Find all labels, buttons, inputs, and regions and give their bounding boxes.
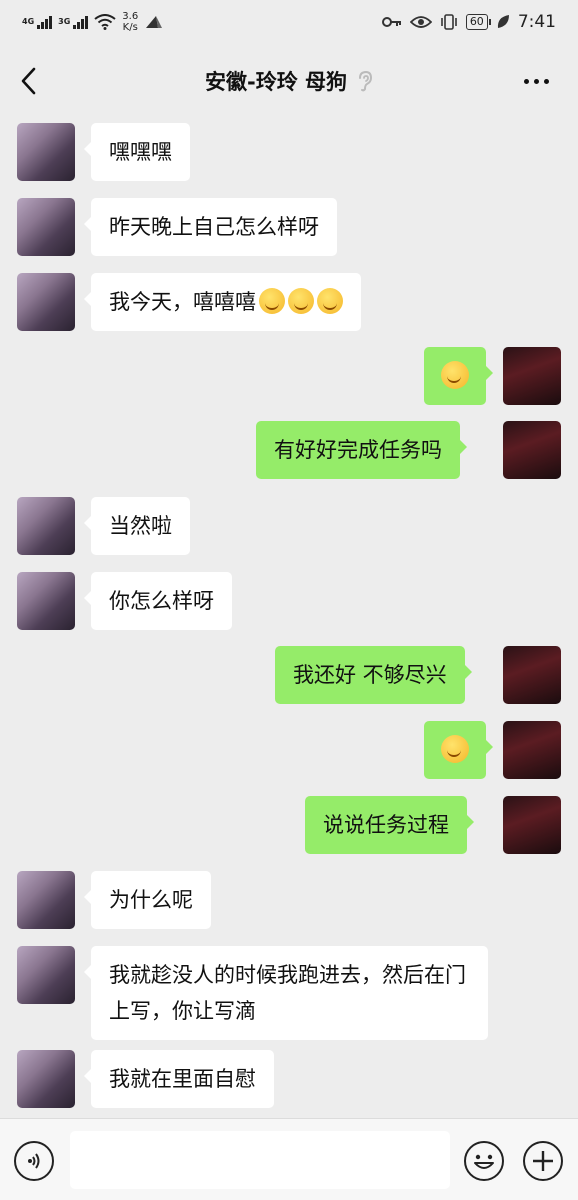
avatar-self[interactable]: [503, 421, 561, 479]
battery-icon: 60: [465, 14, 491, 30]
avatar-contact[interactable]: [17, 871, 75, 929]
avatar-self[interactable]: [503, 646, 561, 704]
grin-emoji-icon: [317, 288, 343, 314]
signal-icon-2: [73, 15, 89, 29]
message-incoming[interactable]: 当然啦: [84, 497, 190, 555]
clock-time: 7:41: [517, 12, 556, 32]
key-icon: [381, 17, 401, 27]
avatar-contact[interactable]: [17, 497, 75, 555]
wifi-icon: [94, 14, 116, 30]
back-arrow-icon[interactable]: [18, 66, 42, 96]
laughing-tears-emoji-icon: [441, 735, 469, 763]
avatar-contact[interactable]: [17, 273, 75, 331]
message-incoming[interactable]: 你怎么样呀: [84, 572, 232, 630]
message-outgoing[interactable]: 有好好完成任务吗: [256, 421, 467, 479]
message-incoming[interactable]: 为什么呢: [84, 871, 211, 929]
network-3g-label: 3G: [58, 17, 71, 26]
message-outgoing[interactable]: 我还好 不够尽兴: [275, 646, 472, 704]
message-outgoing[interactable]: [424, 721, 493, 779]
grin-emoji-icon: [259, 288, 285, 314]
message-incoming[interactable]: 我就在里面自慰: [84, 1050, 274, 1108]
status-right: 60 7:41: [381, 12, 556, 32]
avatar-contact[interactable]: [17, 1050, 75, 1108]
avatar-contact[interactable]: [17, 198, 75, 256]
message-outgoing[interactable]: 说说任务过程: [305, 796, 474, 854]
grin-emoji-icon: [288, 288, 314, 314]
chat-title: 安徽-玲玲 母狗: [204, 70, 348, 94]
leaf-icon: [497, 15, 509, 28]
status-left: 4G 3G 3.6 K/s: [22, 11, 164, 33]
network-4g-label: 4G: [22, 17, 35, 26]
speed-unit: K/s: [122, 22, 138, 33]
message-incoming[interactable]: 我就趁没人的时候我跑进去，然后在门上写，你让写滴: [84, 946, 488, 1040]
avatar-self[interactable]: [503, 347, 561, 405]
message-incoming[interactable]: 昨天晚上自己怎么样呀: [84, 198, 337, 256]
more-icon[interactable]: [524, 72, 554, 90]
thinking-emoji-icon: [441, 361, 469, 389]
status-bar: 4G 3G 3.6 K/s 60 7:41: [0, 0, 578, 44]
eye-icon: [409, 16, 432, 28]
avatar-contact[interactable]: [17, 123, 75, 181]
speed-value: 3.6: [122, 11, 139, 22]
sticker-icon[interactable]: [464, 1141, 504, 1181]
ear-icon: [359, 70, 373, 92]
avatar-self[interactable]: [503, 796, 561, 854]
avatar-contact[interactable]: [17, 946, 75, 1004]
chat-header: 安徽-玲玲 母狗: [0, 44, 578, 118]
input-bar: [0, 1118, 578, 1200]
vibrate-icon: [441, 14, 457, 30]
avatar-contact[interactable]: [17, 572, 75, 630]
voice-icon[interactable]: [14, 1141, 54, 1181]
signal-icon: [37, 15, 53, 29]
plus-icon[interactable]: [523, 1141, 563, 1181]
network-speed: 3.6 K/s: [122, 11, 138, 33]
title-wrap: 安徽-玲玲 母狗: [205, 66, 373, 96]
shark-icon: [146, 16, 163, 28]
message-text: 我今天，嘻嘻嘻: [109, 290, 256, 314]
message-outgoing[interactable]: [424, 347, 493, 405]
message-input[interactable]: [70, 1131, 450, 1189]
avatar-self[interactable]: [503, 721, 561, 779]
message-incoming[interactable]: 我今天，嘻嘻嘻: [84, 273, 361, 331]
message-incoming[interactable]: 嘿嘿嘿: [84, 123, 190, 181]
